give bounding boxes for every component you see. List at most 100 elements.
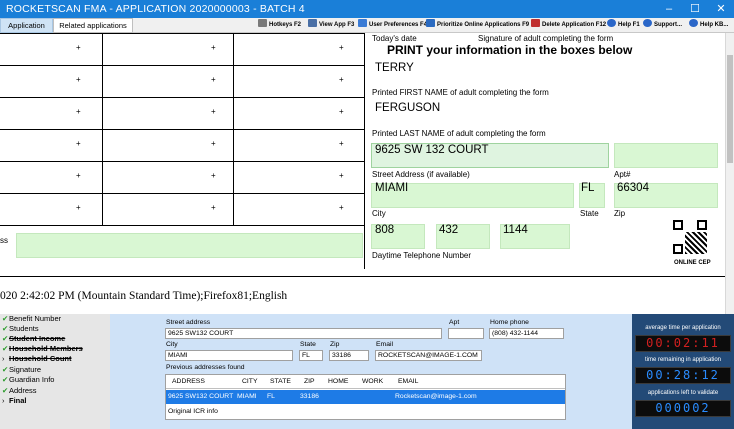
support-icon — [643, 19, 652, 27]
prioritize-online-button[interactable]: Prioritize Online Applications F9 — [426, 19, 529, 32]
checklist-item-students[interactable]: ✔Students — [2, 324, 39, 334]
grid-plus-mark: + — [76, 43, 81, 52]
checklist-item-student-income[interactable]: ✔Student Income — [2, 334, 65, 344]
zip-input[interactable]: 33186 — [329, 350, 369, 361]
arrow-icon: › — [2, 396, 5, 405]
tab-related-applications[interactable]: Related applications — [53, 18, 133, 33]
grid-line — [0, 225, 364, 226]
checklist-label: Students — [9, 324, 39, 333]
help-kb-button[interactable]: Help KB... — [689, 19, 728, 32]
state-label: State — [580, 209, 599, 218]
time-remaining-label: time remaining in application — [644, 357, 722, 363]
first-name-label: Printed FIRST NAME of adult completing t… — [372, 88, 549, 97]
grid-plus-mark: + — [339, 43, 344, 52]
maximize-button[interactable]: ☐ — [682, 0, 708, 18]
checklist-item-signature[interactable]: ✔Signature — [2, 365, 41, 375]
last-name-label: Printed LAST NAME of adult completing th… — [372, 129, 546, 138]
column-header-email[interactable]: EMAIL — [398, 378, 418, 385]
checklist-item-final[interactable]: › Final — [2, 396, 27, 406]
page-divider — [0, 276, 725, 277]
grid-plus-mark: + — [211, 203, 216, 212]
document-scrollbar[interactable] — [725, 33, 734, 314]
column-header-work[interactable]: WORK — [362, 378, 383, 385]
checklist-label: Household Count — [9, 354, 72, 363]
check-icon: ✔ — [2, 365, 9, 374]
checklist-item-guardian-info[interactable]: ✔Guardian Info — [2, 375, 54, 385]
phone-area-value: 808 — [375, 224, 395, 236]
home-phone-label: Home phone — [490, 319, 529, 326]
grid-line — [233, 33, 234, 225]
checklist-label: Student Income — [9, 334, 66, 343]
original-icr-info[interactable]: Original ICR info — [168, 408, 218, 415]
home-phone-input[interactable]: (808) 432-1144 — [489, 328, 564, 339]
column-header-address[interactable]: ADDRESS — [172, 378, 205, 385]
apps-left-label: applications left to validate — [647, 390, 719, 396]
cell-zip: 33186 — [300, 393, 319, 400]
checklist-item-address[interactable]: ✔Address — [2, 386, 37, 396]
phone-line-value: 1144 — [503, 224, 528, 236]
address-label-fragment: ss — [0, 236, 8, 245]
check-icon: ✔ — [2, 314, 9, 323]
state-value: FL — [581, 182, 595, 194]
checklist-label: Household Members — [9, 344, 83, 353]
zip-value: 66304 — [617, 182, 649, 194]
address-field-box — [16, 233, 363, 258]
state-input[interactable]: FL — [299, 350, 323, 361]
support-button[interactable]: Support... — [643, 19, 682, 32]
view-app-button[interactable]: View App F3 — [308, 19, 354, 32]
tab-application[interactable]: Application — [0, 18, 53, 33]
grid-plus-mark: + — [211, 139, 216, 148]
apt-label: Apt# — [614, 170, 631, 179]
grid-plus-mark: + — [339, 139, 344, 148]
support-label: Support... — [654, 22, 682, 28]
knowledge-base-icon — [689, 19, 698, 27]
view-app-label: View App F3 — [319, 22, 355, 28]
document-icon — [308, 19, 317, 27]
checklist-label: Signature — [9, 365, 42, 374]
help-button[interactable]: Help F1 — [607, 19, 640, 32]
scrollbar-thumb[interactable] — [727, 55, 733, 163]
user-preferences-button[interactable]: User Preferences F4 — [358, 19, 427, 32]
close-button[interactable]: ✕ — [708, 0, 734, 18]
validation-checklist: ✔Benefit Number ✔Students ✔Student Incom… — [0, 314, 110, 429]
title-bar: ROCKETSCAN FMA - APPLICATION 2020000003 … — [0, 0, 734, 18]
document-image: + + + + + + + + + + + + + + + + + + ss T… — [0, 33, 734, 314]
table-row[interactable]: 9625 SW132 COURT MIAMI FL 33186 Rocketsc… — [166, 390, 565, 404]
time-remaining-display: 00:28:12 — [635, 367, 731, 384]
previous-addresses-table: ADDRESS CITY STATE ZIP HOME WORK EMAIL 9… — [165, 374, 566, 420]
apt-input[interactable] — [448, 328, 484, 339]
checklist-label: Final — [9, 396, 27, 405]
keyboard-icon — [258, 19, 267, 27]
arrow-icon: › — [2, 354, 5, 363]
check-icon: ✔ — [2, 334, 9, 343]
email-input[interactable]: ROCKETSCAN@IMAGE-1.COM — [375, 350, 482, 361]
checklist-label: Benefit Number — [9, 314, 62, 323]
city-value: MIAMI — [375, 182, 409, 194]
delete-application-button[interactable]: Delete Application F12 — [531, 19, 606, 32]
street-value: 9625 SW 132 COURT — [375, 144, 489, 156]
checklist-item-household-count[interactable]: › Household Count — [2, 354, 72, 364]
street-label: Street Address (if available) — [372, 170, 470, 179]
grid-plus-mark: + — [76, 107, 81, 116]
apt-label: Apt — [449, 319, 460, 326]
column-header-zip[interactable]: ZIP — [304, 378, 315, 385]
column-header-city[interactable]: CITY — [242, 378, 257, 385]
checklist-item-household-members[interactable]: ✔Household Members — [2, 344, 83, 354]
checklist-label: Guardian Info — [9, 375, 55, 384]
city-input[interactable]: MIAMI — [165, 350, 293, 361]
check-icon: ✔ — [2, 344, 9, 353]
hotkeys-button[interactable]: Hotkeys F2 — [258, 19, 301, 32]
grid-plus-mark: + — [339, 203, 344, 212]
avg-time-label: average time per application — [645, 325, 721, 331]
checklist-item-benefit-number[interactable]: ✔Benefit Number — [2, 314, 61, 324]
apps-left-display: 000002 — [635, 400, 731, 417]
last-name-value: FERGUSON — [375, 102, 441, 114]
signature-label: Signature of adult completing the form — [478, 34, 614, 43]
column-header-state[interactable]: STATE — [270, 378, 291, 385]
column-header-home[interactable]: HOME — [328, 378, 348, 385]
minimize-button[interactable]: – — [656, 0, 682, 18]
qr-code-icon — [673, 220, 707, 254]
apt-box — [614, 143, 718, 168]
phone-prefix-value: 432 — [439, 224, 459, 236]
street-address-input[interactable]: 9625 SW132 COURT — [165, 328, 442, 339]
